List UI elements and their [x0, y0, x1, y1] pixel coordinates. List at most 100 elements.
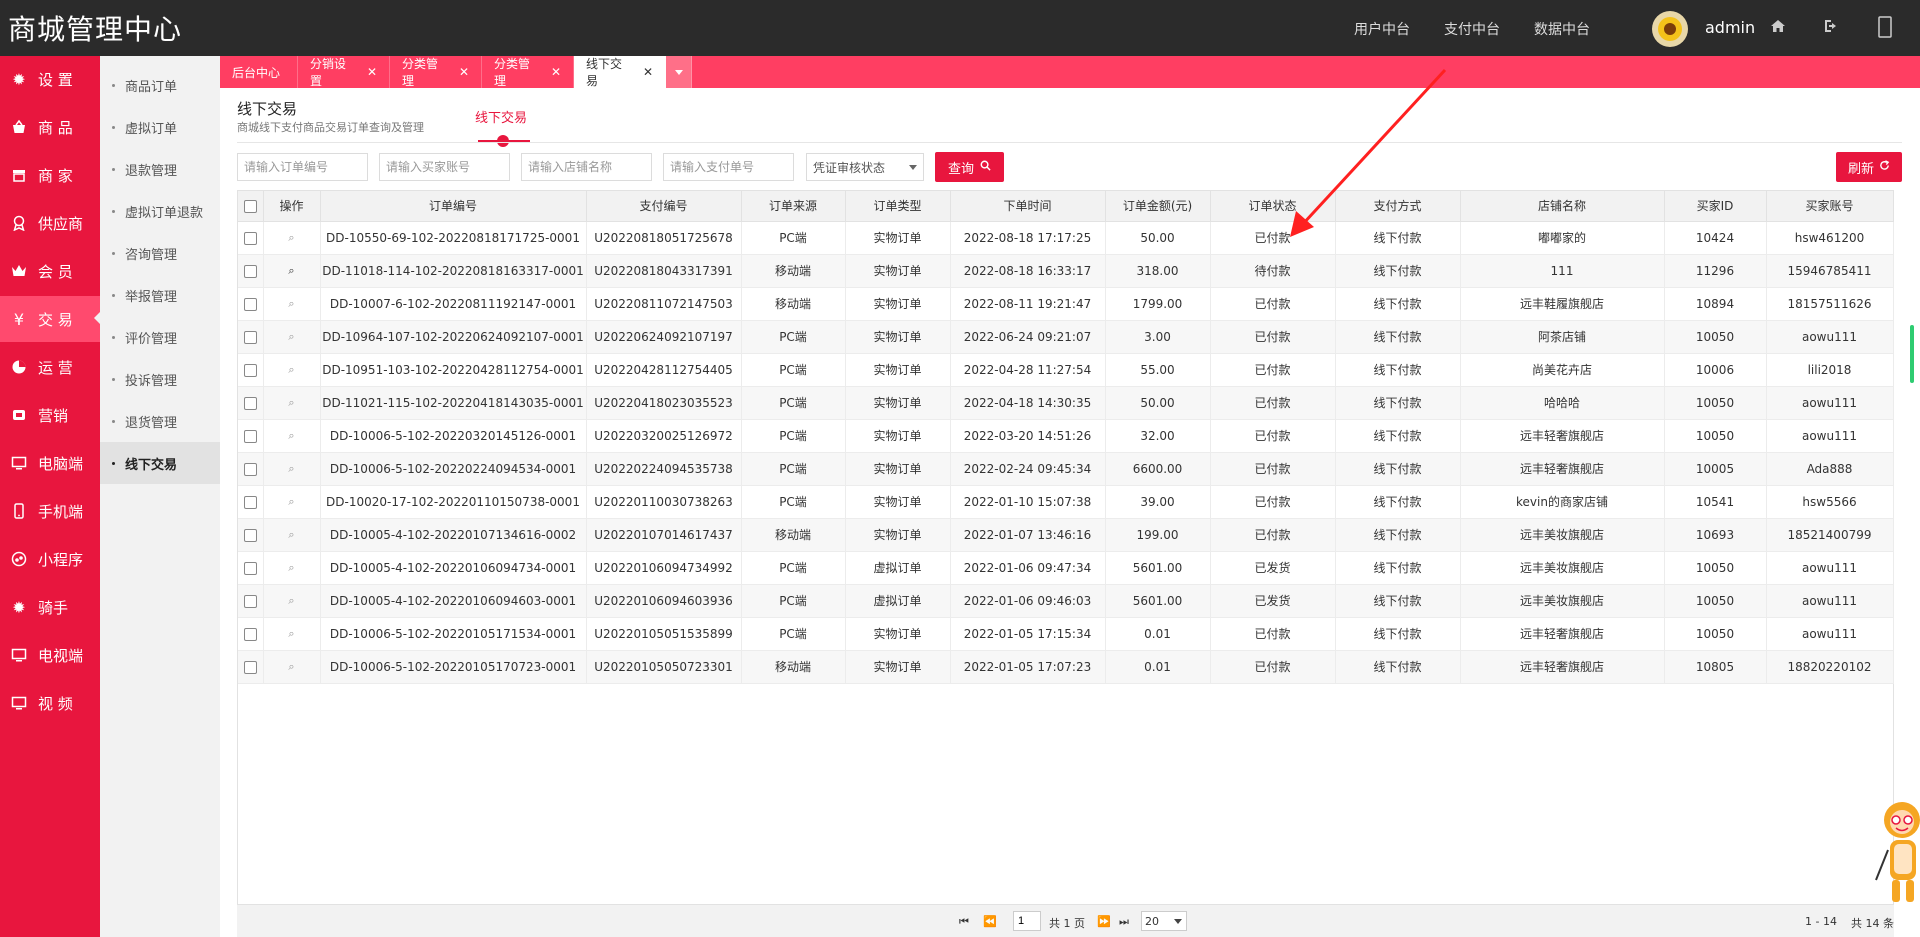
- sidebar-item-marketing[interactable]: 营销: [0, 392, 100, 438]
- row-action[interactable]: ⌕: [263, 221, 321, 255]
- magnifier-icon[interactable]: ⌕: [288, 627, 294, 640]
- submenu-item-complaint[interactable]: 投诉管理: [100, 358, 220, 400]
- top-nav-data-center[interactable]: 数据中台: [1534, 19, 1590, 39]
- col-amount[interactable]: 订单金额(元): [1105, 191, 1211, 222]
- row-action[interactable]: ⌕: [263, 287, 321, 321]
- row-action[interactable]: ⌕: [263, 386, 321, 420]
- avatar[interactable]: [1652, 11, 1688, 47]
- table-row[interactable]: ⌕ DD-10006-5-102-20220320145126-0001 U2022…: [238, 419, 1894, 453]
- order-no-input[interactable]: [237, 153, 368, 181]
- submenu-item-consult[interactable]: 咨询管理: [100, 232, 220, 274]
- tab-offline-trade[interactable]: 线下交易 ✕: [574, 56, 666, 88]
- submenu-item-virtual-order[interactable]: 虚拟订单: [100, 106, 220, 148]
- submenu-item-review[interactable]: 评价管理: [100, 316, 220, 358]
- table-row[interactable]: ⌕ DD-10005-4-102-20220106094734-0001 U2022…: [238, 551, 1894, 585]
- table-row[interactable]: ⌕ DD-10005-4-102-20220107134616-0002 U2022…: [238, 518, 1894, 552]
- row-action[interactable]: ⌕: [263, 452, 321, 486]
- row-action[interactable]: ⌕: [263, 419, 321, 453]
- sidebar-item-supplier[interactable]: 供应商: [0, 200, 100, 246]
- row-checkbox[interactable]: [238, 320, 264, 354]
- table-row[interactable]: ⌕ DD-10006-5-102-20220105171534-0001 U2022…: [238, 617, 1894, 651]
- col-order-no[interactable]: 订单编号: [320, 191, 587, 222]
- close-icon[interactable]: ✕: [643, 65, 653, 79]
- row-action[interactable]: ⌕: [263, 518, 321, 552]
- col-pay-method[interactable]: 支付方式: [1335, 191, 1461, 222]
- tab-category-2[interactable]: 分类管理 ✕: [482, 56, 574, 88]
- mascot-icon[interactable]: [1868, 800, 1920, 910]
- store-name-input[interactable]: [521, 153, 652, 181]
- col-source[interactable]: 订单来源: [741, 191, 846, 222]
- magnifier-icon[interactable]: ⌕: [288, 396, 294, 409]
- tab-distribution-settings[interactable]: 分销设置 ✕: [298, 56, 390, 88]
- table-row[interactable]: ⌕ DD-11018-114-102-20220818163317-0001 U20…: [238, 254, 1894, 288]
- sidebar-item-rider[interactable]: ✹ 骑手: [0, 584, 100, 630]
- last-page-icon[interactable]: ⏭: [1119, 915, 1129, 929]
- submenu-item-offline-trade[interactable]: 线下交易: [100, 442, 220, 484]
- sidebar-item-pc[interactable]: 电脑端: [0, 440, 100, 486]
- row-action[interactable]: ⌕: [263, 584, 321, 618]
- logout-icon[interactable]: [1823, 18, 1839, 38]
- table-row[interactable]: ⌕ DD-10006-5-102-20220105170723-0001 U2022…: [238, 650, 1894, 684]
- row-action[interactable]: ⌕: [263, 254, 321, 288]
- row-checkbox[interactable]: [238, 452, 264, 486]
- row-checkbox[interactable]: [238, 584, 264, 618]
- sidebar-item-goods[interactable]: 商 品: [0, 104, 100, 150]
- submenu-item-goods-order[interactable]: 商品订单: [100, 64, 220, 106]
- top-nav-pay-center[interactable]: 支付中台: [1444, 19, 1500, 39]
- tabs-more-button[interactable]: [666, 56, 692, 88]
- magnifier-icon[interactable]: ⌕: [288, 429, 294, 442]
- magnifier-icon[interactable]: ⌕: [288, 495, 294, 508]
- sidebar-item-tv[interactable]: 电视端: [0, 632, 100, 678]
- sidebar-item-trade[interactable]: ¥ 交 易: [0, 296, 100, 342]
- fullscreen-icon[interactable]: [1878, 16, 1892, 42]
- row-checkbox[interactable]: [238, 254, 264, 288]
- page-number-input[interactable]: [1013, 911, 1041, 931]
- row-action[interactable]: ⌕: [263, 551, 321, 585]
- table-row[interactable]: ⌕ DD-10007-6-102-20220811192147-0001 U2022…: [238, 287, 1894, 321]
- tab-backend-center[interactable]: 后台中心: [220, 56, 298, 88]
- select-all-checkbox[interactable]: [238, 191, 264, 222]
- prev-page-icon[interactable]: ⏪: [983, 915, 997, 928]
- table-row[interactable]: ⌕ DD-10005-4-102-20220106094603-0001 U2022…: [238, 584, 1894, 618]
- submenu-item-virtual-refund[interactable]: 虚拟订单退款: [100, 190, 220, 232]
- pay-no-input[interactable]: [663, 153, 794, 181]
- next-page-icon[interactable]: ⏩: [1097, 915, 1111, 928]
- row-checkbox[interactable]: [238, 353, 264, 387]
- col-order-time[interactable]: 下单时间: [950, 191, 1106, 222]
- table-row[interactable]: ⌕ DD-10006-5-102-20220224094534-0001 U2022…: [238, 452, 1894, 486]
- row-checkbox[interactable]: [238, 386, 264, 420]
- sidebar-item-video[interactable]: 视 频: [0, 680, 100, 726]
- col-pay-no[interactable]: 支付编号: [586, 191, 742, 222]
- col-store[interactable]: 店铺名称: [1460, 191, 1665, 222]
- row-checkbox[interactable]: [238, 551, 264, 585]
- sidebar-item-operation[interactable]: 运 营: [0, 344, 100, 390]
- magnifier-icon[interactable]: ⌕: [288, 561, 294, 574]
- row-checkbox[interactable]: [238, 650, 264, 684]
- row-action[interactable]: ⌕: [263, 320, 321, 354]
- table-row[interactable]: ⌕ DD-10964-107-102-20220624092107-0001 U20…: [238, 320, 1894, 354]
- col-buyer-account[interactable]: 买家账号: [1766, 191, 1894, 222]
- first-page-icon[interactable]: ⏮: [959, 915, 969, 929]
- magnifier-icon[interactable]: ⌕: [288, 264, 294, 277]
- row-checkbox[interactable]: [238, 518, 264, 552]
- row-action[interactable]: ⌕: [263, 650, 321, 684]
- magnifier-icon[interactable]: ⌕: [288, 528, 294, 541]
- row-checkbox[interactable]: [238, 221, 264, 255]
- search-button[interactable]: 查询: [935, 152, 1004, 182]
- sidebar-item-mobile[interactable]: 手机端: [0, 488, 100, 534]
- tab-category-1[interactable]: 分类管理 ✕: [390, 56, 482, 88]
- magnifier-icon[interactable]: ⌕: [288, 330, 294, 343]
- close-icon[interactable]: ✕: [367, 65, 377, 79]
- page-size-select[interactable]: 20: [1141, 911, 1187, 931]
- row-checkbox[interactable]: [238, 617, 264, 651]
- submenu-item-report[interactable]: 举报管理: [100, 274, 220, 316]
- col-buyer-id[interactable]: 买家ID: [1664, 191, 1767, 222]
- sidebar-item-miniapp[interactable]: 小程序: [0, 536, 100, 582]
- row-action[interactable]: ⌕: [263, 353, 321, 387]
- username[interactable]: admin: [1705, 18, 1755, 37]
- row-checkbox[interactable]: [238, 419, 264, 453]
- magnifier-icon[interactable]: ⌕: [288, 594, 294, 607]
- magnifier-icon[interactable]: ⌕: [288, 462, 294, 475]
- refresh-button[interactable]: 刷新: [1836, 152, 1902, 182]
- magnifier-icon[interactable]: ⌕: [288, 363, 294, 376]
